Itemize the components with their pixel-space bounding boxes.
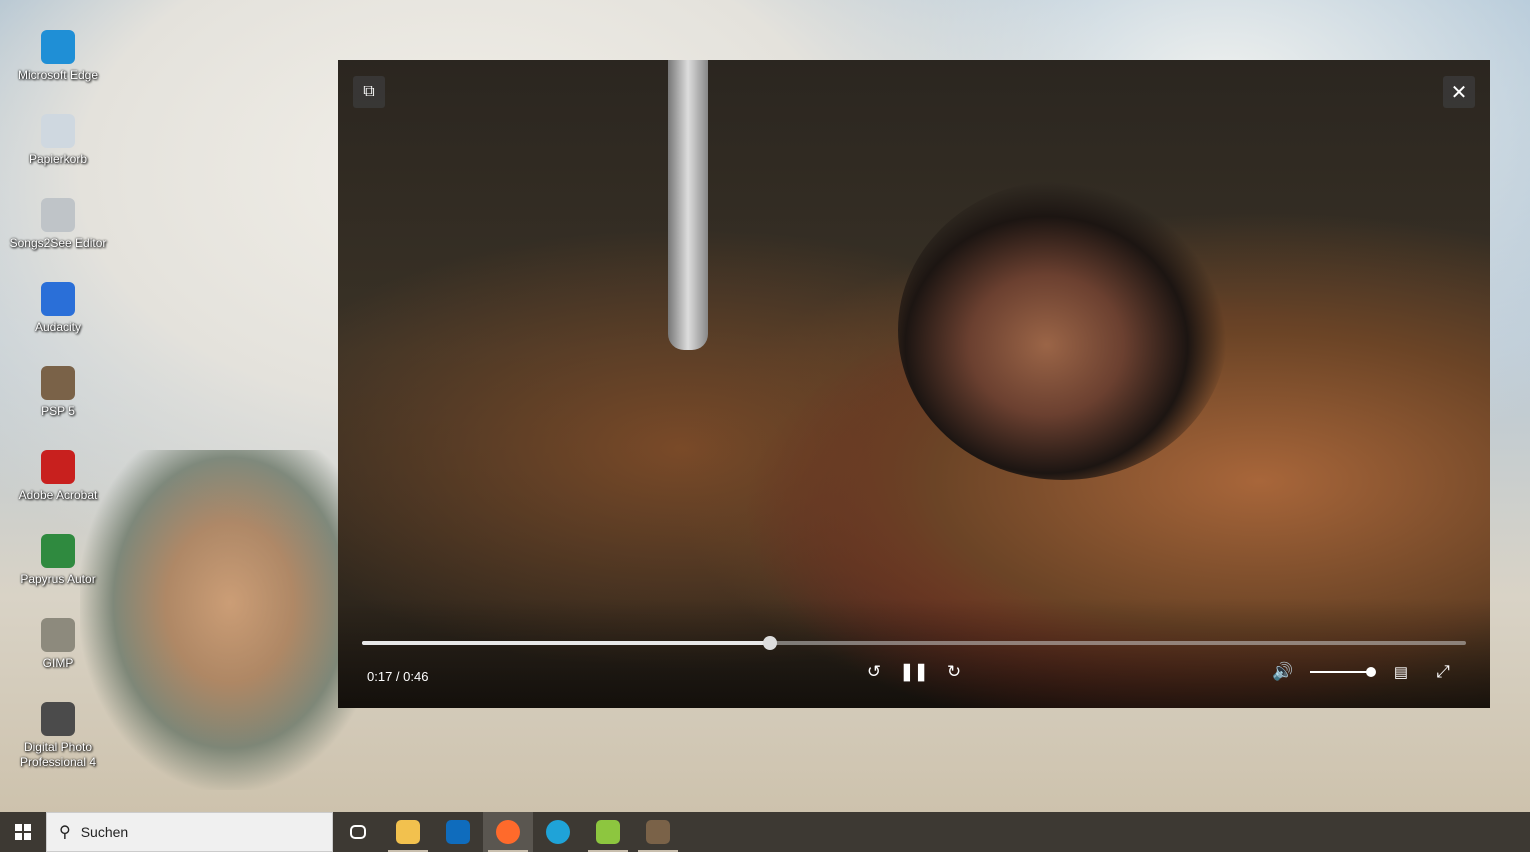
volume-slider[interactable] bbox=[1310, 667, 1376, 677]
desktop-icon-microsoft-edge[interactable]: Microsoft Edge bbox=[8, 26, 108, 110]
wallpaper-figure bbox=[80, 450, 380, 790]
desktop-icon-songs2see-editor[interactable]: Songs2See Editor bbox=[8, 194, 108, 278]
replay-5-icon[interactable]: ↺ bbox=[860, 660, 888, 684]
fullscreen-icon[interactable]: ⤢ bbox=[1429, 660, 1457, 684]
app-icon bbox=[41, 618, 75, 652]
video-frame-singer bbox=[898, 180, 1228, 480]
desktop-icon-label: Papierkorb bbox=[28, 152, 88, 166]
taskbar-notepad[interactable] bbox=[583, 812, 633, 852]
app-icon bbox=[41, 702, 75, 736]
taskbar-file-explorer[interactable] bbox=[383, 812, 433, 852]
controls-shade bbox=[338, 598, 1490, 708]
app-icon bbox=[41, 114, 75, 148]
forward-5-icon[interactable]: ↻ bbox=[940, 660, 968, 684]
desktop-icon-label: Songs2See Editor bbox=[9, 236, 107, 250]
video-player[interactable]: ⧉ ✕ 0:17 / 0:46 ↺ ❚❚ ↻ 🔊 ▤ ⤢ bbox=[338, 60, 1490, 708]
desktop-icon-label: Papyrus Autor bbox=[20, 572, 96, 586]
app-icon bbox=[41, 30, 75, 64]
desktop-icon-label: GIMP bbox=[42, 656, 74, 670]
taskbar-firefox[interactable] bbox=[483, 812, 533, 852]
volume-thumb[interactable] bbox=[1366, 667, 1376, 677]
pause-icon[interactable]: ❚❚ bbox=[900, 660, 929, 684]
app-icon bbox=[41, 198, 75, 232]
desktop-icon-psp-5[interactable]: PSP 5 bbox=[8, 362, 108, 446]
desktop-icon-papyrus-autor[interactable]: Papyrus Autor bbox=[8, 530, 108, 614]
outlook-icon bbox=[446, 820, 470, 844]
app-icon bbox=[41, 534, 75, 568]
desktop-icon-gimp[interactable]: GIMP bbox=[8, 614, 108, 698]
taskbar: ⚲ Suchen bbox=[0, 812, 1530, 852]
app-icon bbox=[41, 450, 75, 484]
firefox-icon bbox=[496, 820, 520, 844]
close-icon[interactable]: ✕ bbox=[1443, 76, 1475, 108]
windows-start-icon[interactable] bbox=[0, 812, 46, 852]
picture-in-picture-icon[interactable]: ⧉ bbox=[353, 76, 385, 108]
edge-icon bbox=[546, 820, 570, 844]
taskbar-edge[interactable] bbox=[533, 812, 583, 852]
taskbar-outlook[interactable] bbox=[433, 812, 483, 852]
volume-icon[interactable]: 🔊 bbox=[1269, 660, 1297, 684]
desktop-icon-label: Digital Photo Professional 4 bbox=[19, 740, 97, 769]
psp-icon bbox=[646, 820, 670, 844]
desktop-icon-label: Audacity bbox=[34, 320, 82, 334]
taskbar-search[interactable]: ⚲ Suchen bbox=[46, 812, 333, 852]
search-placeholder: Suchen bbox=[80, 824, 129, 840]
desktop-icon-audacity[interactable]: Audacity bbox=[8, 278, 108, 362]
file-explorer-icon bbox=[396, 820, 420, 844]
video-frame-microphone bbox=[668, 60, 708, 350]
app-icon bbox=[41, 282, 75, 316]
desktop-icon-label: Microsoft Edge bbox=[17, 68, 99, 82]
taskbar-psp[interactable] bbox=[633, 812, 683, 852]
time-display: 0:17 / 0:46 bbox=[367, 669, 429, 684]
desktop-icon-label: PSP 5 bbox=[41, 404, 75, 418]
desktop-icon-papierkorb[interactable]: Papierkorb bbox=[8, 110, 108, 194]
seek-progress bbox=[362, 641, 771, 645]
task-view-icon bbox=[350, 825, 366, 839]
search-icon: ⚲ bbox=[59, 824, 71, 841]
seek-bar[interactable] bbox=[362, 636, 1466, 650]
desktop-icon-digital-photo-professional-4[interactable]: Digital Photo Professional 4 bbox=[8, 698, 108, 782]
notepad-icon bbox=[596, 820, 620, 844]
captions-icon[interactable]: ▤ bbox=[1387, 660, 1415, 684]
desktop-icons: Microsoft Edge Papierkorb Songs2See Editor… bbox=[8, 26, 108, 782]
taskbar-task-view[interactable] bbox=[333, 812, 383, 852]
app-icon bbox=[41, 366, 75, 400]
desktop-icon-adobe-acrobat[interactable]: Adobe Acrobat bbox=[8, 446, 108, 530]
desktop-icon-label: Adobe Acrobat bbox=[18, 488, 98, 502]
